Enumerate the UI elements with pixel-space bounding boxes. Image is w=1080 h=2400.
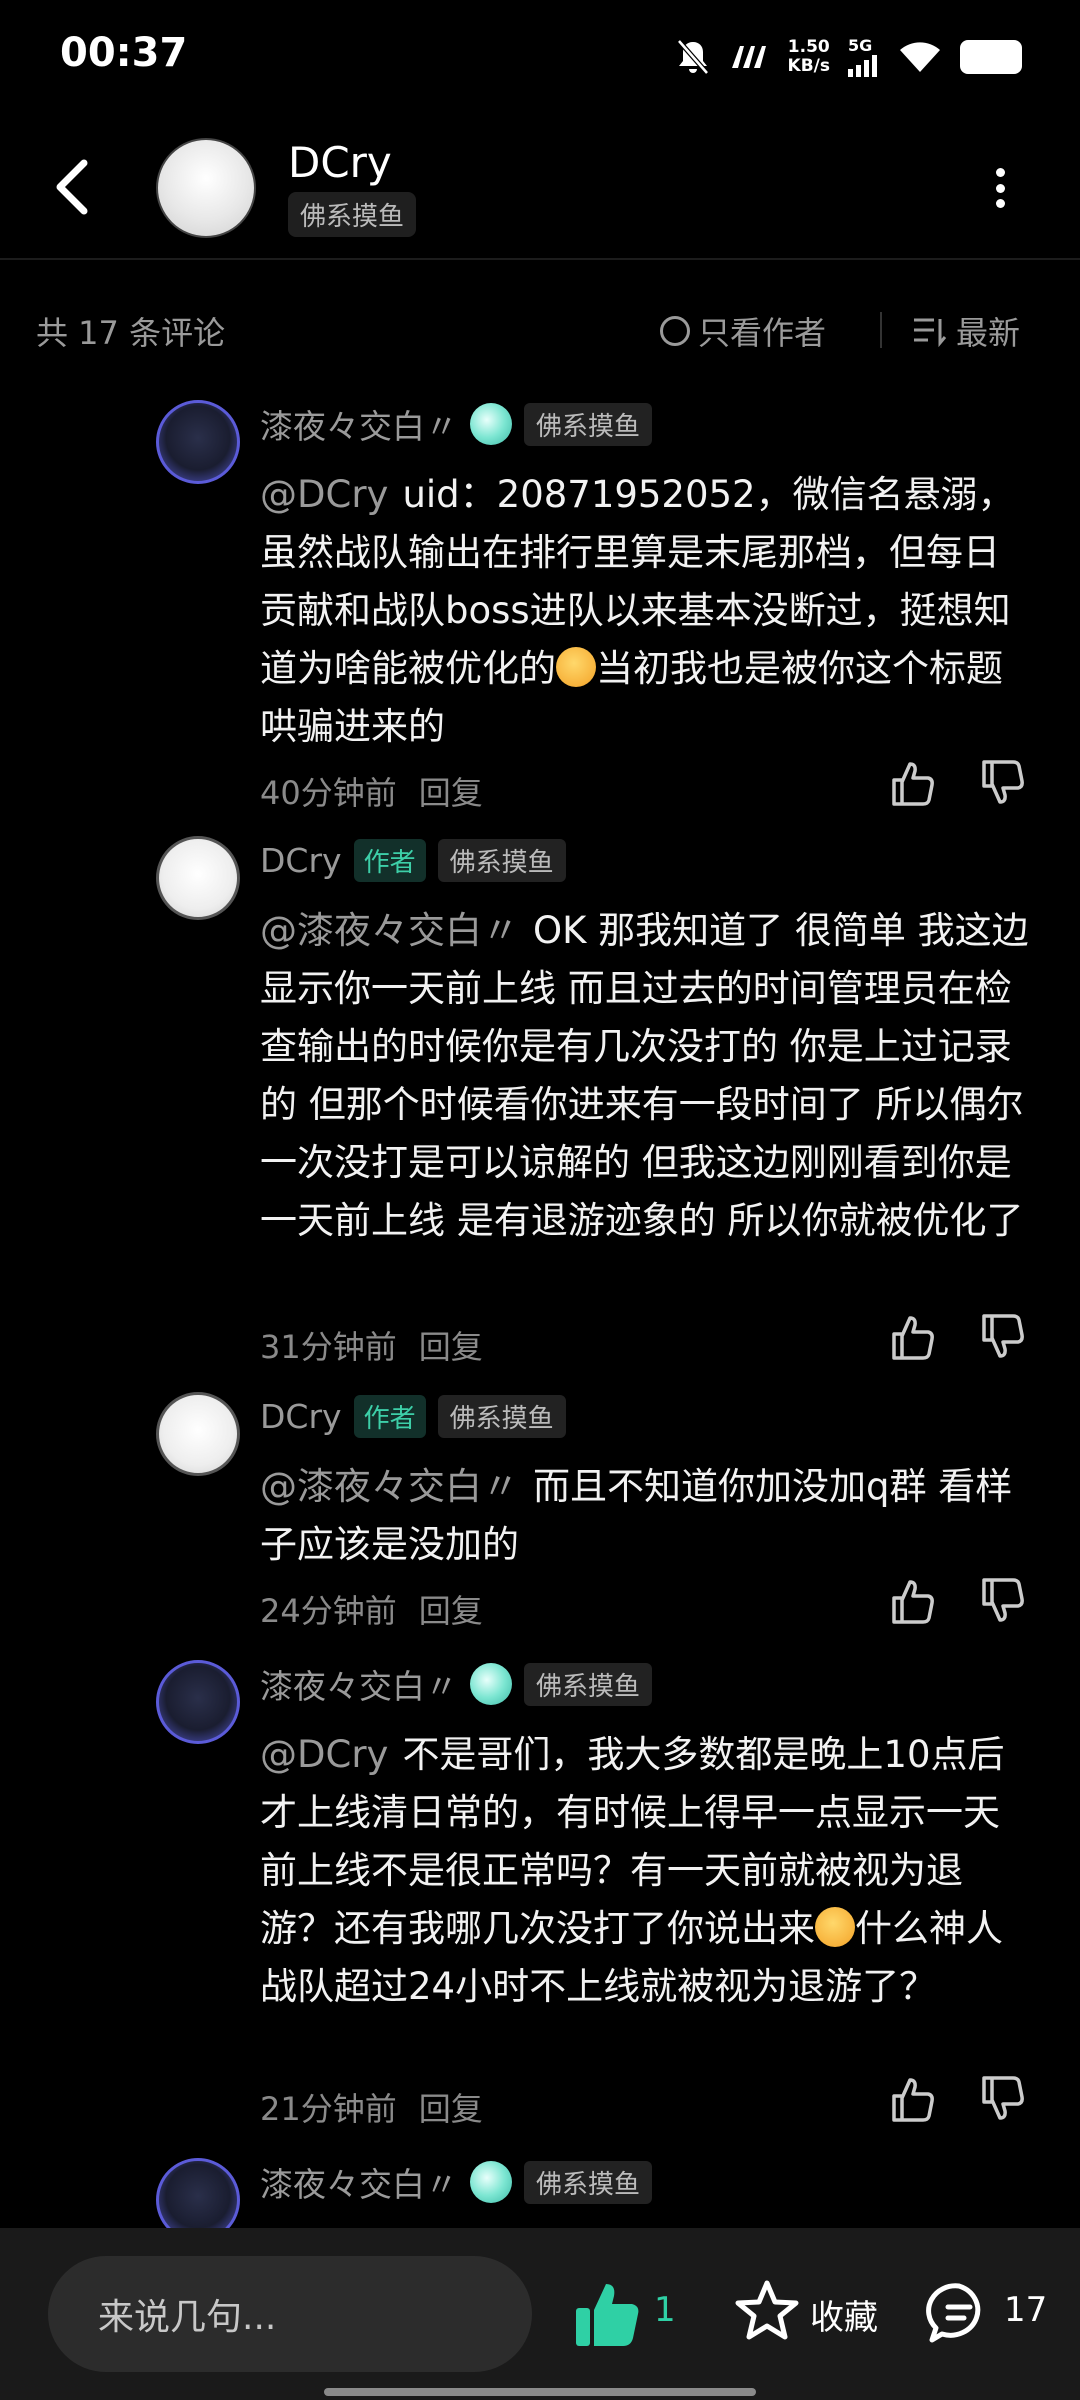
thumbs-down-icon[interactable]	[978, 1312, 1028, 1362]
cell-signal-icon	[848, 55, 877, 77]
comment-text: @漆夜々交白〃 而且不知道你加没加q群 看样子应该是没加的	[260, 1458, 1030, 1574]
thumbs-down-icon[interactable]	[978, 2074, 1028, 2124]
group-tag: 佛系摸鱼	[524, 2160, 653, 2204]
mention-link[interactable]: @漆夜々交白〃	[260, 909, 519, 952]
thumbs-up-icon[interactable]	[888, 758, 938, 808]
group-tag: 佛系摸鱼	[524, 402, 653, 446]
avatar[interactable]	[156, 1392, 240, 1476]
avatar[interactable]	[156, 400, 240, 484]
chevron-left-icon	[56, 159, 88, 215]
comment-header: 漆夜々交白〃 佛系摸鱼	[260, 2158, 653, 2206]
avatar[interactable]	[156, 836, 240, 920]
comment-body: OK 那我知道了 很简单 我这边显示你一天前上线 而且过去的时间管理员在检查输出…	[260, 909, 1029, 1242]
thumbs-up-icon[interactable]	[888, 1312, 938, 1362]
sort-icon	[914, 318, 947, 347]
status-icons: 1.50 KB/s 5G	[676, 36, 1022, 77]
status-time: 00:37	[60, 30, 188, 76]
author-avatar[interactable]	[156, 138, 256, 238]
comment-time: 31分钟前	[260, 1328, 397, 1366]
emoji-icon	[815, 1907, 855, 1947]
group-tag: 佛系摸鱼	[288, 192, 417, 237]
mention-link[interactable]: @漆夜々交白〃	[260, 1465, 519, 1508]
only-author-label: 只看作者	[698, 314, 827, 352]
author-badge: 作者	[353, 838, 426, 882]
comment-meta: 21分钟前 回复	[260, 2084, 483, 2130]
commenter-name[interactable]: 漆夜々交白〃	[260, 1660, 458, 1708]
thumbs-down-icon[interactable]	[978, 758, 1028, 808]
mute-bell-icon	[676, 38, 709, 75]
level-badge-icon	[470, 403, 512, 445]
mention-link[interactable]: @DCry	[260, 1733, 388, 1776]
thumbs-up-icon[interactable]	[888, 1576, 938, 1626]
comment-text: @漆夜々交白〃 OK 那我知道了 很简单 我这边显示你一天前上线 而且过去的时间管…	[260, 902, 1030, 1250]
reply-button[interactable]: 回复	[419, 768, 483, 814]
comment-text: @DCry 不是哥们，我大多数都是晚上10点后才上线清日常的，有时候上得早一点显示…	[260, 1726, 1030, 2016]
comment-header: DCry 作者 佛系摸鱼	[260, 836, 566, 884]
reply-button[interactable]: 回复	[419, 1322, 483, 1368]
mention-link[interactable]: @DCry	[260, 473, 388, 516]
group-tag: 佛系摸鱼	[437, 838, 566, 882]
network-type: 5G	[848, 36, 873, 55]
thumbs-down-icon[interactable]	[978, 1576, 1028, 1626]
comment-meta: 40分钟前 回复	[260, 768, 483, 814]
comment-header: 漆夜々交白〃 佛系摸鱼	[260, 1660, 653, 1708]
reply-button[interactable]: 回复	[419, 1586, 483, 1632]
more-dot-icon	[995, 183, 1005, 193]
comment-bubble-icon[interactable]	[926, 2280, 992, 2346]
reply-button[interactable]: 回复	[419, 2084, 483, 2130]
star-icon[interactable]	[734, 2278, 800, 2344]
comment-header: DCry 作者 佛系摸鱼	[260, 1392, 566, 1440]
more-options-button[interactable]	[988, 168, 1012, 208]
comment-count-label: 共 17 条评论	[36, 314, 226, 352]
net-speed-value: 1.50	[787, 36, 830, 57]
only-author-toggle[interactable]: 只看作者	[660, 308, 826, 354]
header-divider	[0, 258, 1080, 260]
comment-text: @DCry uid：20871952052，微信名悬溺，虽然战队输出在排行里算是末…	[260, 466, 1030, 756]
comment-input[interactable]: 来说几句...	[48, 2256, 532, 2372]
like-count: 1	[654, 2290, 676, 2330]
wifi-icon	[900, 41, 940, 72]
commenter-name[interactable]: 漆夜々交白〃	[260, 400, 458, 448]
comment-time: 40分钟前	[260, 774, 397, 812]
more-dot-icon	[995, 168, 1005, 177]
comment-header: 漆夜々交白〃 佛系摸鱼	[260, 400, 653, 448]
net-speed-unit: KB/s	[787, 55, 830, 76]
back-button[interactable]	[52, 152, 112, 222]
favorite-label[interactable]: 收藏	[810, 2290, 878, 2339]
net-speed: 1.50 KB/s	[787, 36, 830, 76]
thumbs-up-icon[interactable]	[572, 2278, 644, 2350]
emoji-icon	[556, 647, 596, 687]
group-tag: 佛系摸鱼	[437, 1394, 566, 1438]
level-badge-icon	[470, 2161, 512, 2203]
more-dot-icon	[995, 199, 1005, 208]
filter-divider	[880, 312, 882, 348]
comment-meta: 24分钟前 回复	[260, 1586, 483, 1632]
commenter-name[interactable]: DCry	[260, 841, 342, 880]
comment-meta: 31分钟前 回复	[260, 1322, 483, 1368]
comment-time: 21分钟前	[260, 2090, 397, 2128]
avatar[interactable]	[156, 1660, 240, 1744]
author-badge: 作者	[353, 1394, 426, 1438]
comment-time: 24分钟前	[260, 1592, 397, 1630]
thumbs-up-icon[interactable]	[888, 2074, 938, 2124]
group-tag: 佛系摸鱼	[524, 1662, 653, 1706]
sort-latest-button[interactable]: 最新	[912, 308, 1020, 354]
comment-count: 17	[1004, 2290, 1048, 2330]
commenter-name[interactable]: 漆夜々交白〃	[260, 2158, 458, 2206]
battery-icon	[960, 39, 1022, 74]
hd-signal-icon	[731, 45, 766, 68]
cell-signal: 5G	[848, 36, 880, 77]
sort-label: 最新	[956, 314, 1021, 352]
radio-circle-icon	[660, 316, 690, 346]
page-title[interactable]: DCry	[288, 138, 392, 187]
home-indicator[interactable]	[324, 2388, 756, 2396]
level-badge-icon	[470, 1663, 512, 1705]
commenter-name[interactable]: DCry	[260, 1397, 342, 1436]
